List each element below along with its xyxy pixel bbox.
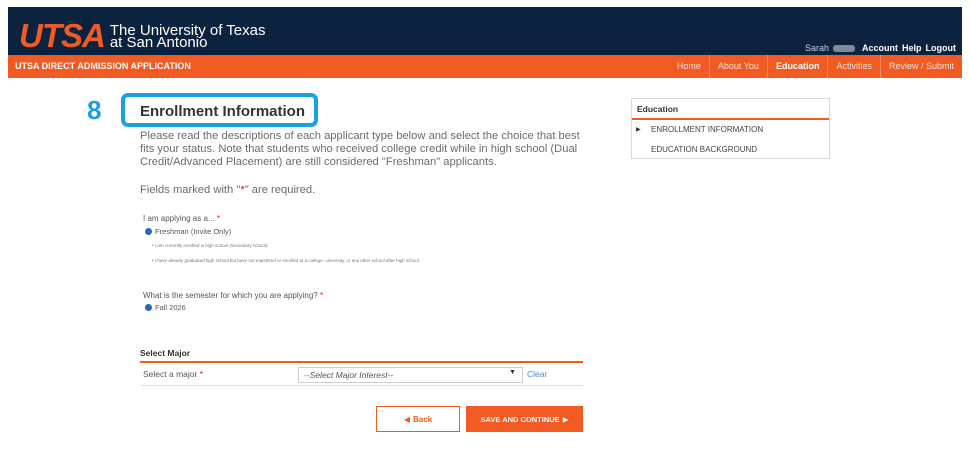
logo-mark: UTSA: [19, 17, 106, 54]
back-arrow-icon: ◀: [403, 414, 411, 424]
app-title: UTSA DIRECT ADMISSION APPLICATION: [15, 61, 191, 71]
back-label: Back: [413, 414, 433, 424]
sidebar-item-enrollment-information[interactable]: ENROLLMENT INFORMATION: [651, 125, 763, 134]
main-nav-bar: UTSA DIRECT ADMISSION APPLICATION Home A…: [8, 55, 962, 78]
major-select[interactable]: --Select Major Interest-- ▼: [298, 367, 523, 383]
applying-as-text: I am applying as a...: [143, 214, 215, 223]
major-select-value: --Select Major Interest--: [304, 370, 394, 380]
select-major-heading: Select Major: [140, 348, 191, 358]
logout-link[interactable]: Logout: [926, 43, 957, 53]
fields-note-prefix: Fields marked with ": [140, 184, 241, 196]
nav-education[interactable]: Education: [766, 55, 828, 78]
bullet-item: • I am currently enrolled in high school…: [152, 243, 269, 248]
account-link[interactable]: Account: [862, 43, 898, 53]
top-header: UTSA The University of Texas at San Anto…: [8, 7, 962, 55]
sidebar-item-education-background[interactable]: EDUCATION BACKGROUND: [651, 145, 757, 154]
sidebar-title: Education: [637, 104, 679, 114]
bullet-item: • I have already graduated high school b…: [152, 258, 421, 263]
row-divider: [140, 385, 583, 386]
nav-activities[interactable]: Activities: [827, 55, 880, 78]
sidebar-divider: [632, 118, 829, 120]
radio-fall-label: Fall 2026: [155, 303, 186, 312]
radio-fall-2026[interactable]: Fall 2026: [145, 303, 186, 312]
major-label-text: Select a major: [143, 369, 198, 379]
radio-selected-icon[interactable]: [145, 228, 152, 235]
main-nav: Home About You Education Activities Revi…: [669, 55, 962, 78]
logo-text: The University of Texas at San Antonio: [110, 23, 266, 50]
page-title: Enrollment Information: [140, 103, 305, 120]
page-description: Please read the descriptions of each app…: [140, 130, 580, 168]
nav-review-submit[interactable]: Review / Submit: [879, 55, 962, 78]
bullet-text: I have already graduated high school but…: [154, 258, 421, 263]
nav-home[interactable]: Home: [669, 55, 709, 78]
redacted-surname: [832, 44, 855, 52]
nav-about-you[interactable]: About You: [708, 55, 767, 78]
user-name: Sarah: [804, 43, 829, 53]
bullet-text: I am currently enrolled in high school (…: [154, 243, 269, 248]
fields-note-suffix: " are required.: [244, 184, 316, 196]
major-label: Select a major *: [143, 369, 203, 379]
semester-label: What is the semester for which you are a…: [143, 291, 323, 300]
applying-as-label: I am applying as a... *: [143, 214, 220, 223]
save-label: SAVE AND CONTINUE: [480, 414, 560, 424]
semester-text: What is the semester for which you are a…: [143, 291, 318, 300]
section-divider: [140, 361, 583, 363]
step-number: 8: [87, 95, 102, 125]
utsa-logo[interactable]: UTSA The University of Texas at San Anto…: [19, 17, 266, 54]
radio-freshman[interactable]: Freshman (Invite Only): [145, 227, 231, 236]
required-star: *: [319, 291, 324, 300]
section-sidebar: Education ▶ ENROLLMENT INFORMATION EDUCA…: [631, 98, 830, 159]
caret-right-icon: ▶: [636, 127, 641, 133]
dropdown-arrow-icon[interactable]: ▼: [509, 369, 516, 376]
save-and-continue-button[interactable]: SAVE AND CONTINUE ▶: [466, 406, 583, 432]
radio-selected-icon[interactable]: [145, 304, 152, 311]
required-star: *: [199, 369, 204, 379]
required-fields-note: Fields marked with "*" are required.: [140, 184, 315, 196]
back-button[interactable]: ◀ Back: [376, 406, 460, 432]
required-star: *: [216, 214, 220, 223]
user-links: Sarah Account Help Logout: [805, 43, 956, 53]
forward-arrow-icon: ▶: [562, 414, 569, 424]
help-link[interactable]: Help: [902, 43, 922, 53]
radio-freshman-label: Freshman (Invite Only): [155, 227, 232, 236]
clear-link[interactable]: Clear: [527, 369, 547, 379]
